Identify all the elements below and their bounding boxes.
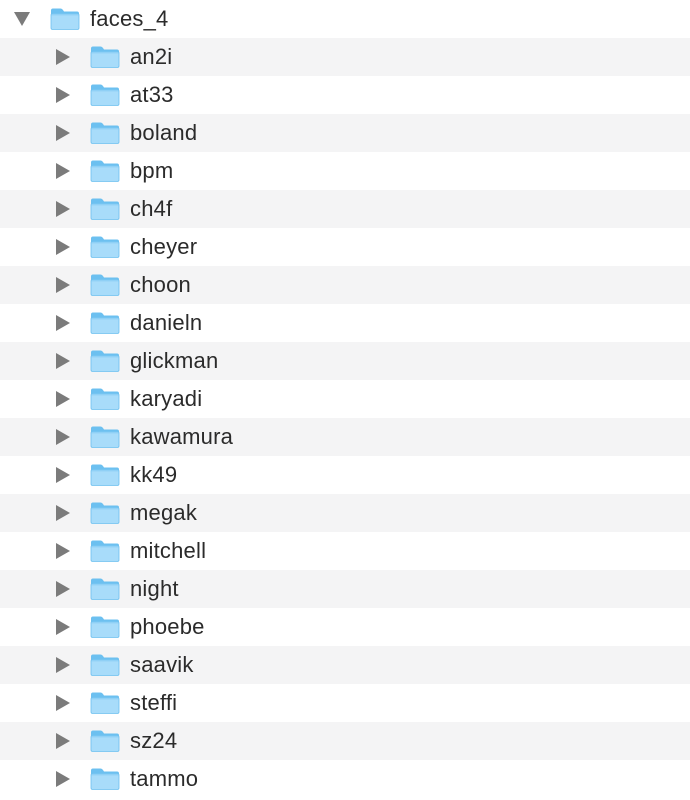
folder-icon bbox=[90, 463, 120, 487]
folder-name: danieln bbox=[130, 310, 203, 335]
disclosure-triangle-right-icon[interactable] bbox=[56, 125, 70, 141]
tree-row-13[interactable]: megak bbox=[0, 494, 690, 532]
tree-row-2[interactable]: at33 bbox=[0, 76, 690, 114]
folder-name: cheyer bbox=[130, 234, 198, 259]
disclosure-triangle-right-icon[interactable] bbox=[56, 315, 70, 331]
disclosure-triangle-right-icon[interactable] bbox=[56, 87, 70, 103]
folder-name: saavik bbox=[130, 652, 194, 677]
disclosure-triangle-right-icon[interactable] bbox=[56, 277, 70, 293]
disclosure-triangle-right-icon[interactable] bbox=[56, 163, 70, 179]
tree-row-15[interactable]: night bbox=[0, 570, 690, 608]
disclosure-triangle-right-icon[interactable] bbox=[56, 543, 70, 559]
disclosure-triangle-right-icon[interactable] bbox=[56, 619, 70, 635]
folder-icon bbox=[90, 273, 120, 297]
folder-icon bbox=[90, 45, 120, 69]
tree-row-18[interactable]: steffi bbox=[0, 684, 690, 722]
tree-row-14[interactable]: mitchell bbox=[0, 532, 690, 570]
tree-row-12[interactable]: kk49 bbox=[0, 456, 690, 494]
folder-name: at33 bbox=[130, 82, 174, 107]
folder-name: phoebe bbox=[130, 614, 205, 639]
folder-icon bbox=[50, 7, 80, 31]
folder-icon bbox=[90, 349, 120, 373]
folder-icon bbox=[90, 197, 120, 221]
folder-icon bbox=[90, 159, 120, 183]
disclosure-triangle-right-icon[interactable] bbox=[56, 429, 70, 445]
folder-icon bbox=[90, 235, 120, 259]
folder-name: choon bbox=[130, 272, 191, 297]
tree-row-5[interactable]: ch4f bbox=[0, 190, 690, 228]
tree-row-1[interactable]: an2i bbox=[0, 38, 690, 76]
folder-name: karyadi bbox=[130, 386, 203, 411]
disclosure-triangle-right-icon[interactable] bbox=[56, 771, 70, 787]
tree-row-17[interactable]: saavik bbox=[0, 646, 690, 684]
folder-name: megak bbox=[130, 500, 198, 525]
tree-row-root[interactable]: faces_4 bbox=[0, 0, 690, 38]
folder-icon bbox=[90, 729, 120, 753]
tree-row-3[interactable]: boland bbox=[0, 114, 690, 152]
disclosure-triangle-down-icon[interactable] bbox=[14, 12, 30, 26]
tree-row-16[interactable]: phoebe bbox=[0, 608, 690, 646]
folder-name: mitchell bbox=[130, 538, 207, 563]
folder-icon bbox=[90, 121, 120, 145]
folder-name: kawamura bbox=[130, 424, 234, 449]
folder-icon bbox=[90, 615, 120, 639]
folder-name: boland bbox=[130, 120, 198, 145]
folder-name: an2i bbox=[130, 44, 173, 69]
folder-icon bbox=[90, 691, 120, 715]
folder-name: glickman bbox=[130, 348, 219, 373]
folder-icon bbox=[90, 653, 120, 677]
disclosure-triangle-right-icon[interactable] bbox=[56, 695, 70, 711]
disclosure-triangle-right-icon[interactable] bbox=[56, 505, 70, 521]
tree-row-6[interactable]: cheyer bbox=[0, 228, 690, 266]
tree-row-11[interactable]: kawamura bbox=[0, 418, 690, 456]
folder-name: ch4f bbox=[130, 196, 173, 221]
folder-name: bpm bbox=[130, 158, 174, 183]
disclosure-triangle-right-icon[interactable] bbox=[56, 467, 70, 483]
tree-row-7[interactable]: choon bbox=[0, 266, 690, 304]
disclosure-triangle-right-icon[interactable] bbox=[56, 201, 70, 217]
folder-name: faces_4 bbox=[90, 6, 169, 31]
disclosure-triangle-right-icon[interactable] bbox=[56, 239, 70, 255]
folder-icon bbox=[90, 501, 120, 525]
tree-row-4[interactable]: bpm bbox=[0, 152, 690, 190]
disclosure-triangle-right-icon[interactable] bbox=[56, 657, 70, 673]
folder-icon bbox=[90, 311, 120, 335]
tree-row-19[interactable]: sz24 bbox=[0, 722, 690, 760]
folder-icon bbox=[90, 539, 120, 563]
folder-icon bbox=[90, 425, 120, 449]
disclosure-triangle-right-icon[interactable] bbox=[56, 733, 70, 749]
folder-name: sz24 bbox=[130, 728, 178, 753]
disclosure-triangle-right-icon[interactable] bbox=[56, 353, 70, 369]
disclosure-triangle-right-icon[interactable] bbox=[56, 581, 70, 597]
folder-icon bbox=[90, 577, 120, 601]
tree-row-20[interactable]: tammo bbox=[0, 760, 690, 798]
folder-name: kk49 bbox=[130, 462, 178, 487]
folder-name: steffi bbox=[130, 690, 178, 715]
file-tree: faces_4 an2i at33 boland bpm ch4f cheyer choon d… bbox=[0, 0, 690, 800]
folder-icon bbox=[90, 387, 120, 411]
tree-row-9[interactable]: glickman bbox=[0, 342, 690, 380]
tree-row-8[interactable]: danieln bbox=[0, 304, 690, 342]
folder-icon bbox=[90, 83, 120, 107]
folder-name: tammo bbox=[130, 766, 199, 791]
folder-icon bbox=[90, 767, 120, 791]
folder-name: night bbox=[130, 576, 179, 601]
disclosure-triangle-right-icon[interactable] bbox=[56, 49, 70, 65]
tree-row-10[interactable]: karyadi bbox=[0, 380, 690, 418]
disclosure-triangle-right-icon[interactable] bbox=[56, 391, 70, 407]
